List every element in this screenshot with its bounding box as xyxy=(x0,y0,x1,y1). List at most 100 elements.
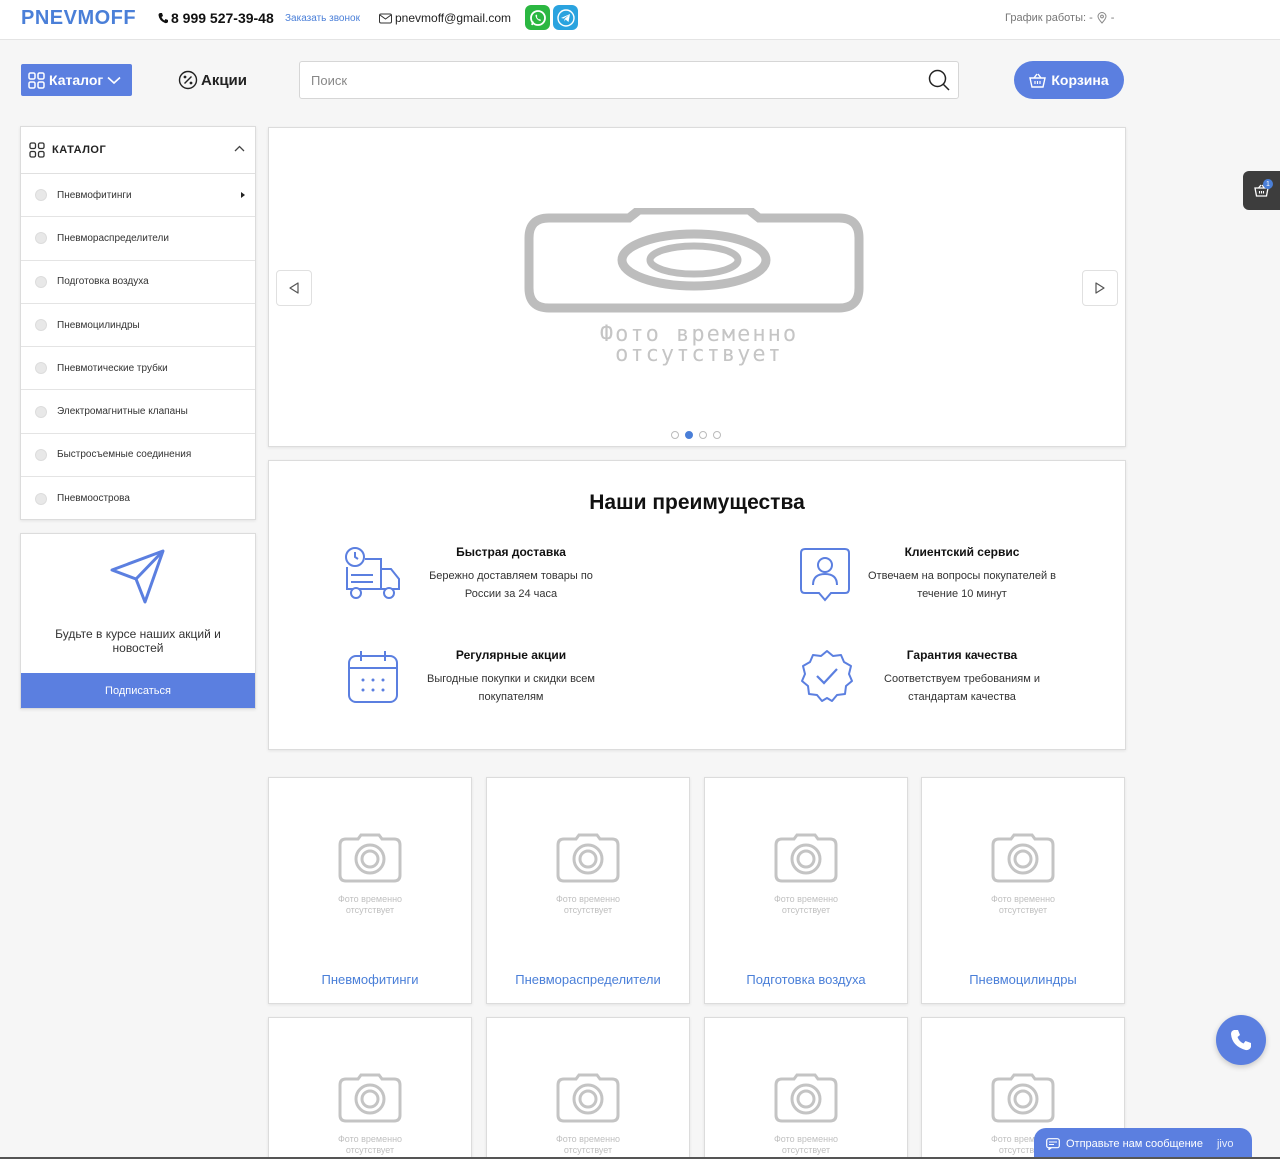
chat-bubble-icon xyxy=(1046,1137,1060,1150)
category-thumb-icon xyxy=(35,405,47,418)
card-placeholder-text: Фото временно отсутствует xyxy=(705,1134,907,1156)
callback-link[interactable]: Заказать звонок xyxy=(285,13,360,24)
slider-dot[interactable] xyxy=(671,431,679,439)
camera-placeholder-icon xyxy=(991,1073,1055,1123)
placeholder-line1: Фото временно xyxy=(337,1134,403,1144)
whatsapp-icon xyxy=(529,9,546,26)
catalog-button[interactable]: Каталог xyxy=(21,64,132,96)
floating-cart-button[interactable]: 1 xyxy=(1243,171,1280,210)
basket-icon xyxy=(1029,73,1047,88)
cart-button[interactable]: Корзина xyxy=(1014,61,1124,99)
card-placeholder-text: Фото временно отсутствует xyxy=(487,894,689,916)
paper-plane-icon xyxy=(110,549,165,604)
category-card-air-preparation[interactable]: Фото временно отсутствует Подготовка возд… xyxy=(704,777,908,1004)
work-schedule[interactable]: График работы: - - xyxy=(1005,12,1114,24)
placeholder-line2: отсутствует xyxy=(781,905,831,915)
calendar-icon xyxy=(348,651,398,703)
category-thumb-icon xyxy=(35,362,47,375)
category-card-cylinders[interactable]: Фото временно отсутствует Пневмоцилиндры xyxy=(921,777,1125,1004)
placeholder-line2: отсутствует xyxy=(781,1145,831,1155)
search-bar xyxy=(299,61,959,99)
camera-placeholder-icon xyxy=(774,833,838,883)
camera-placeholder-icon xyxy=(556,1073,620,1123)
advantages-title: Наши преимущества xyxy=(589,491,805,514)
cart-count-badge: 1 xyxy=(1263,179,1273,189)
sidebar-header[interactable]: КАТАЛОГ xyxy=(21,127,255,174)
triangle-right-icon xyxy=(1095,282,1105,294)
category-thumb-icon xyxy=(35,275,47,288)
triangle-left-icon xyxy=(289,282,299,294)
telegram-button[interactable] xyxy=(553,5,578,30)
slider-prev-button[interactable] xyxy=(276,270,312,306)
phone-number[interactable]: 8 999 527-39-48 xyxy=(158,10,274,26)
site-logo[interactable]: PNEVMOFF xyxy=(21,7,136,30)
subscribe-box: Будьте в курсе наших акций и новостей По… xyxy=(20,533,256,709)
sidebar-item-distributors[interactable]: Пневмораспределители xyxy=(21,217,255,261)
grid-icon xyxy=(28,71,45,89)
promo-label: Акции xyxy=(201,71,248,89)
sidebar-item-air-preparation[interactable]: Подготовка воздуха xyxy=(21,261,255,304)
advantages-section: Наши преимущества Быстрая доставка Береж… xyxy=(268,460,1126,750)
search-icon[interactable] xyxy=(928,69,950,91)
advantage-title: Клиентский сервис xyxy=(904,545,1020,559)
sidebar-item-valve-islands[interactable]: Пневмоострова xyxy=(21,477,255,520)
card-placeholder-text: Фото временно отсутствует xyxy=(705,894,907,916)
whatsapp-button[interactable] xyxy=(525,5,550,30)
camera-placeholder-icon xyxy=(991,833,1055,883)
banner-placeholder-line2: отсутствует xyxy=(615,342,783,367)
catalog-button-label: Каталог xyxy=(49,72,104,88)
chevron-down-icon xyxy=(107,76,121,84)
category-card[interactable]: Фото временно отсутствует xyxy=(704,1017,908,1159)
promo-link[interactable]: Акции xyxy=(178,70,247,90)
slider-dot[interactable] xyxy=(699,431,707,439)
sidebar-item-label: Пневмоострова xyxy=(57,493,130,505)
subscribe-text: Будьте в курсе наших акций и новостей xyxy=(55,627,221,655)
category-thumb-icon xyxy=(35,319,47,332)
slider-dot[interactable] xyxy=(713,431,721,439)
sidebar-item-label: Быстросъемные соединения xyxy=(57,449,192,461)
search-input[interactable] xyxy=(300,62,900,98)
call-button[interactable] xyxy=(1216,1015,1266,1065)
sidebar-item-label: Электромагнитные клапаны xyxy=(57,406,188,418)
sidebar-item-quick-couplings[interactable]: Быстросъемные соединения xyxy=(21,434,255,478)
submenu-arrow-icon xyxy=(241,192,245,198)
card-label[interactable]: Пневмофитинги xyxy=(269,972,471,987)
slider-next-button[interactable] xyxy=(1082,270,1118,306)
sidebar-item-pneumofittings[interactable]: Пневмофитинги xyxy=(21,174,255,218)
card-placeholder-text: Фото временно отсутствует xyxy=(487,1134,689,1156)
category-card[interactable]: Фото временно отсутствует xyxy=(486,1017,690,1159)
email-link[interactable]: pnevmoff@gmail.com xyxy=(379,11,511,25)
location-pin-icon xyxy=(1097,12,1107,24)
advantage-desc: Соответствуем требованиям и стандартам к… xyxy=(884,673,1040,703)
cart-label: Корзина xyxy=(1051,72,1109,88)
chat-widget-label: Отправьте нам сообщение xyxy=(1066,1137,1203,1150)
sidebar-item-label: Пневмофитинги xyxy=(57,189,132,201)
sidebar-item-solenoid-valves[interactable]: Электромагнитные клапаны xyxy=(21,390,255,434)
card-label[interactable]: Пневмораспределители xyxy=(487,972,689,987)
placeholder-line2: отсутствует xyxy=(998,905,1048,915)
camera-placeholder-icon xyxy=(338,833,402,883)
card-label[interactable]: Подготовка воздуха xyxy=(705,972,907,987)
grid-icon xyxy=(29,142,45,158)
category-card-distributors[interactable]: Фото временно отсутствует Пневмораспредел… xyxy=(486,777,690,1004)
placeholder-line2: отсутствует xyxy=(345,1145,395,1155)
camera-placeholder-icon xyxy=(338,1073,402,1123)
category-thumb-icon xyxy=(35,189,47,202)
percent-icon xyxy=(178,70,198,90)
category-card-pneumofittings[interactable]: Фото временно отсутствует Пневмофитинги xyxy=(268,777,472,1004)
placeholder-line1: Фото временно xyxy=(990,894,1056,904)
user-badge-icon xyxy=(800,548,850,602)
sidebar-item-tubes[interactable]: Пневмотические трубки xyxy=(21,347,255,391)
phone-text: 8 999 527-39-48 xyxy=(171,10,274,26)
category-thumb-icon xyxy=(35,492,47,505)
sidebar-item-label: Пневмоцилиндры xyxy=(57,319,140,331)
subscribe-button[interactable]: Подписаться xyxy=(21,673,255,708)
card-label[interactable]: Пневмоцилиндры xyxy=(922,972,1124,987)
camera-placeholder-icon xyxy=(556,833,620,883)
chat-widget[interactable]: Отправьте нам сообщение jivo xyxy=(1034,1128,1252,1159)
chevron-up-icon[interactable] xyxy=(234,145,245,152)
sidebar-item-cylinders[interactable]: Пневмоцилиндры xyxy=(21,304,255,348)
camera-placeholder-icon xyxy=(774,1073,838,1123)
category-card[interactable]: Фото временно отсутствует xyxy=(268,1017,472,1159)
slider-dot-active[interactable] xyxy=(685,431,693,439)
